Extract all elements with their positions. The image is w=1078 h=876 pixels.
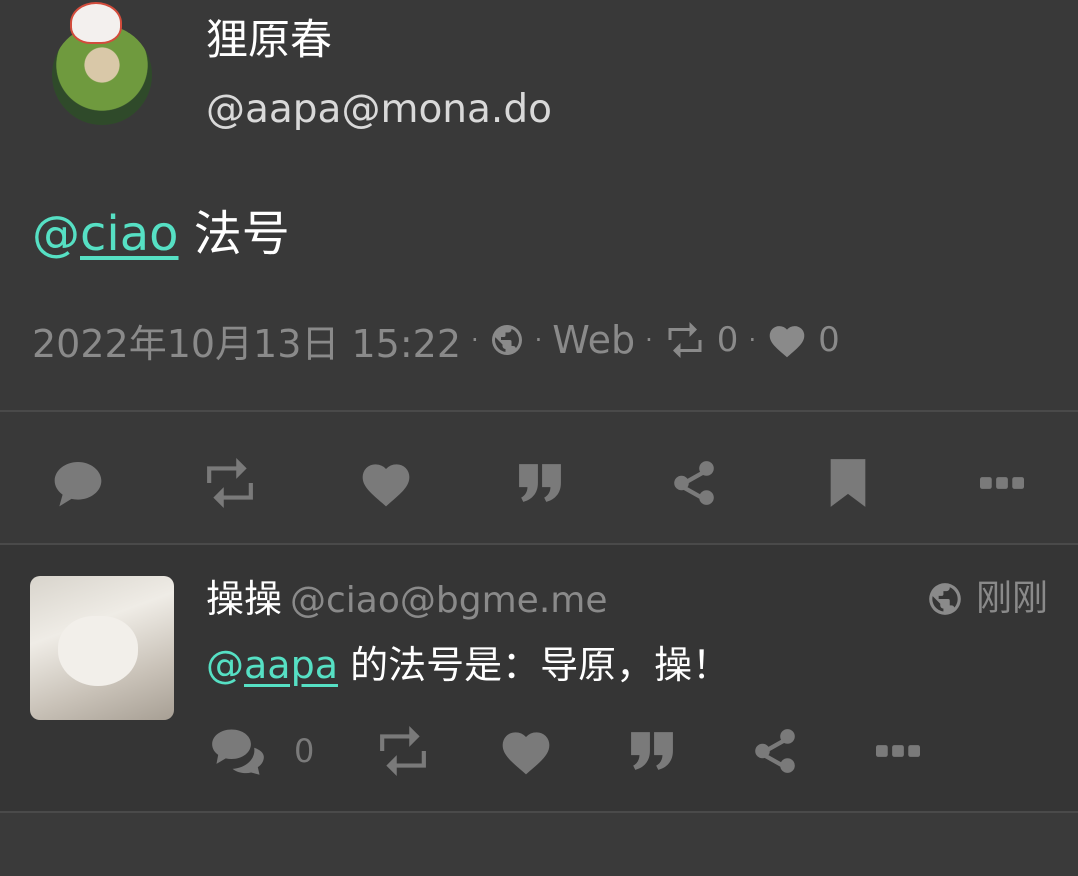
reply-action-bar: 0 <box>0 721 1078 781</box>
reblogs-count[interactable]: 0 <box>717 320 739 360</box>
avatar-decoration-icon <box>70 2 122 44</box>
status-action-bar <box>0 418 1078 543</box>
quote-icon <box>519 464 561 502</box>
share-icon <box>755 729 795 773</box>
reply-status[interactable]: 操操 @ciao@bgme.me 刚刚 @aapa 的法号是：导原，操！ 0 <box>0 545 1078 813</box>
reply-time[interactable]: 刚刚 <box>926 573 1048 625</box>
status-content: @ciao 法号 <box>32 202 290 266</box>
quote-button[interactable] <box>510 453 570 513</box>
favourite-button[interactable] <box>356 453 416 513</box>
globe-icon <box>491 325 522 355</box>
share-button[interactable] <box>664 453 724 513</box>
more-button[interactable] <box>972 453 1032 513</box>
share-icon <box>674 461 714 505</box>
status-text: 法号 <box>178 206 290 262</box>
replies-count: 0 <box>294 732 315 770</box>
reply-icon <box>54 462 102 507</box>
reply-acct: @ciao@bgme.me <box>290 580 608 621</box>
reply-content: @aapa 的法号是：导原，操！ <box>206 637 730 693</box>
reply-text: 的法号是：导原，操！ <box>337 643 731 687</box>
quote-icon <box>631 732 673 770</box>
boost-count-icon <box>668 322 702 358</box>
reply-quote-button[interactable] <box>626 725 678 777</box>
favourites-count[interactable]: 0 <box>818 320 840 360</box>
reply-favourite-button[interactable] <box>498 725 554 777</box>
boost-button[interactable] <box>200 453 260 513</box>
replies-icon <box>212 729 264 775</box>
reply-button[interactable] <box>48 453 108 513</box>
meta-separator: · <box>748 326 757 354</box>
meta-separator: · <box>534 326 543 354</box>
status-timestamp[interactable]: 2022年10月13日 15:22 <box>32 313 461 368</box>
status-application[interactable]: Web <box>552 318 635 362</box>
favourite-icon <box>362 464 410 507</box>
reply-author-avatar[interactable] <box>30 576 174 720</box>
boost-icon <box>380 726 426 776</box>
more-icon <box>980 477 1024 489</box>
cat-avatar-image <box>58 616 138 686</box>
globe-icon <box>929 583 961 615</box>
favourite-icon <box>502 732 550 775</box>
mention-link[interactable]: @ciao <box>32 206 179 262</box>
reply-share-button[interactable] <box>750 725 800 777</box>
reply-more-button[interactable] <box>876 725 920 777</box>
author-display-name[interactable]: 狸原春 <box>206 12 332 68</box>
bookmark-icon <box>830 459 866 507</box>
reply-boost-button[interactable] <box>372 725 434 777</box>
boost-icon <box>207 458 253 508</box>
divider <box>0 811 1078 813</box>
more-icon <box>876 745 920 757</box>
reply-reply-button[interactable]: 0 <box>210 725 314 777</box>
divider <box>0 410 1078 412</box>
bookmark-button[interactable] <box>818 453 878 513</box>
author-acct[interactable]: @aapa@mona.do <box>206 84 552 136</box>
meta-separator: · <box>471 326 479 354</box>
heart-count-icon <box>769 326 805 358</box>
reply-author[interactable]: 操操 @ciao@bgme.me <box>206 573 607 627</box>
status-meta: 2022年10月13日 15:22 · · Web · 0 · 0 <box>32 314 840 366</box>
meta-separator: · <box>645 326 653 354</box>
mention-link[interactable]: @aapa <box>206 643 338 687</box>
reply-relative-time: 刚刚 <box>975 578 1048 619</box>
reply-display-name: 操操 <box>206 577 283 621</box>
